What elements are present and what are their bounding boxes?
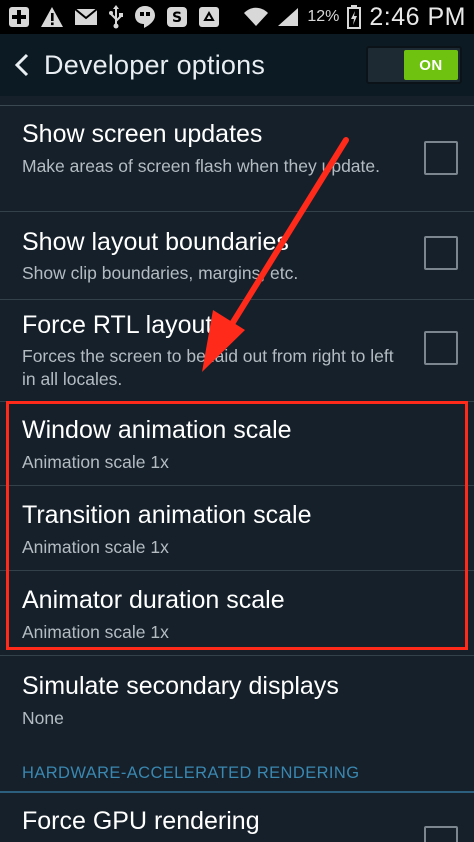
back-button[interactable] bbox=[2, 34, 42, 96]
force-rtl-layout-checkbox[interactable] bbox=[424, 331, 458, 365]
warning-icon bbox=[40, 6, 64, 28]
setting-subtitle: Forces the screen to be laid out from ri… bbox=[22, 346, 394, 389]
svg-text:S: S bbox=[172, 10, 182, 26]
setting-title: Animator duration scale bbox=[22, 586, 285, 614]
system-icons: 12% 2:46 PM bbox=[243, 3, 466, 32]
setting-window-animation-scale[interactable]: Window animation scale Animation scale 1… bbox=[0, 402, 474, 486]
setting-subtitle: None bbox=[22, 708, 64, 728]
show-screen-updates-checkbox[interactable] bbox=[424, 141, 458, 175]
setting-force-gpu-rendering[interactable]: Force GPU rendering bbox=[0, 793, 474, 842]
mail-icon bbox=[74, 8, 98, 26]
skype-icon: S bbox=[166, 6, 188, 28]
setting-force-rtl-layout[interactable]: Force RTL layout Forces the screen to be… bbox=[0, 300, 474, 402]
setting-transition-animation-scale[interactable]: Transition animation scale Animation sca… bbox=[0, 486, 474, 571]
setting-show-layout-boundaries[interactable]: Show layout boundaries Show clip boundar… bbox=[0, 212, 474, 300]
setting-subtitle: Make areas of screen flash when they upd… bbox=[22, 156, 380, 176]
setting-animator-duration-scale[interactable]: Animator duration scale Animation scale … bbox=[0, 571, 474, 656]
setting-subtitle: Show clip boundaries, margins, etc. bbox=[22, 263, 299, 283]
setting-title: Show screen updates bbox=[22, 120, 263, 148]
toggle-label: ON bbox=[404, 50, 458, 80]
chevron-left-icon bbox=[14, 53, 29, 77]
setting-title: Simulate secondary displays bbox=[22, 672, 339, 700]
setting-show-screen-updates[interactable]: Show screen updates Make areas of screen… bbox=[0, 106, 474, 212]
setting-simulate-secondary-displays[interactable]: Simulate secondary displays None bbox=[0, 656, 474, 748]
hangouts-icon bbox=[134, 5, 156, 29]
recycle-icon bbox=[198, 6, 220, 28]
setting-title: Transition animation scale bbox=[22, 501, 312, 529]
status-bar: S 12% 2:46 PM bbox=[0, 0, 474, 34]
show-layout-boundaries-checkbox[interactable] bbox=[424, 236, 458, 270]
force-gpu-rendering-checkbox[interactable] bbox=[424, 826, 458, 842]
setting-title: Force GPU rendering bbox=[22, 807, 260, 835]
battery-percent: 12% bbox=[307, 8, 340, 25]
notification-icons: S bbox=[8, 5, 220, 29]
developer-options-toggle[interactable]: ON bbox=[366, 46, 462, 84]
wifi-icon bbox=[243, 7, 269, 27]
setting-title: Force RTL layout bbox=[22, 311, 213, 339]
setting-title: Window animation scale bbox=[22, 416, 292, 444]
setting-subtitle: Animation scale 1x bbox=[22, 537, 169, 557]
action-bar: Developer options ON bbox=[0, 34, 474, 96]
clock: 2:46 PM bbox=[369, 2, 466, 31]
medical-plus-icon bbox=[8, 6, 30, 28]
page-title: Developer options bbox=[44, 49, 266, 80]
battery-charging-icon bbox=[347, 5, 362, 29]
setting-subtitle: Animation scale 1x bbox=[22, 452, 169, 472]
signal-icon bbox=[277, 7, 299, 27]
setting-title: Show layout boundaries bbox=[22, 228, 289, 256]
usb-icon bbox=[108, 5, 124, 29]
section-header: HARDWARE-ACCELERATED RENDERING bbox=[22, 764, 360, 782]
setting-subtitle: Animation scale 1x bbox=[22, 622, 169, 642]
